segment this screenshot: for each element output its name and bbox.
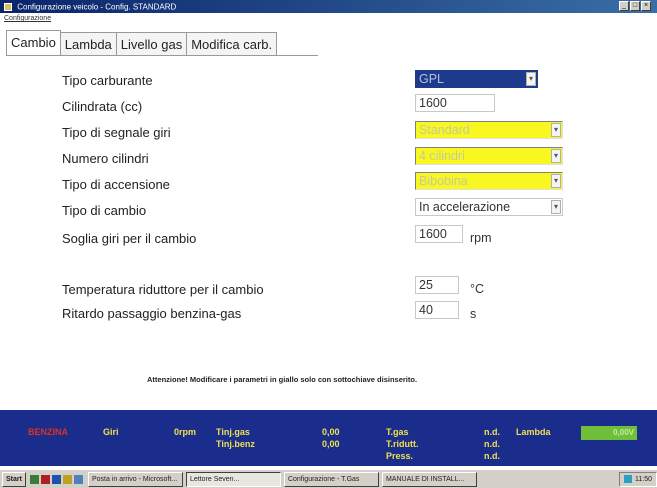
input-cilindrata-value: 1600 — [419, 96, 447, 110]
minimize-button[interactable]: _ — [619, 1, 629, 11]
input-ritardo[interactable]: 40 — [415, 301, 459, 319]
select-tipo-cambio-value: In accelerazione — [419, 200, 511, 214]
start-button[interactable]: Start — [2, 471, 26, 487]
tridutt-value: n.d. — [484, 439, 500, 449]
press-value: n.d. — [484, 451, 500, 461]
tinj-gas-label: Tinj.gas — [216, 427, 250, 437]
input-cilindrata[interactable]: 1600 — [415, 94, 495, 112]
system-tray: 11:50 — [619, 471, 657, 487]
fuel-status: BENZINA — [28, 427, 68, 437]
tab-livello-gas[interactable]: Livello gas — [115, 32, 188, 55]
label-accensione: Tipo di accensione — [62, 177, 170, 192]
taskbar-item[interactable]: Posta in arrivo - Microsoft... — [87, 471, 183, 487]
tridutt-label: T.ridutt. — [386, 439, 419, 449]
clock: 11:50 — [635, 475, 652, 483]
quick-launch-icon[interactable] — [29, 474, 39, 484]
tgas-label: T.gas — [386, 427, 409, 437]
quick-launch-icon[interactable] — [51, 474, 61, 484]
tab-divider — [6, 55, 318, 56]
tinj-benz-value: 0,00 — [322, 439, 340, 449]
input-temperatura-value: 25 — [419, 278, 433, 292]
chevron-down-icon[interactable]: ▾ — [551, 200, 561, 214]
label-temperatura: Temperatura riduttore per il cambio — [62, 282, 264, 297]
select-tipo-carburante[interactable]: GPL ▾ — [415, 70, 538, 88]
tab-modifica-carb[interactable]: Modifica carb. — [186, 32, 278, 55]
select-numero-cilindri-value: 4 cilindri — [419, 149, 465, 163]
tinj-benz-label: Tinj.benz — [216, 439, 255, 449]
label-cilindrata: Cilindrata (cc) — [62, 99, 143, 114]
tinj-gas-value: 0,00 — [322, 427, 340, 437]
input-soglia-giri[interactable]: 1600 — [415, 225, 463, 243]
input-ritardo-value: 40 — [419, 303, 433, 317]
chevron-down-icon[interactable]: ▾ — [526, 72, 536, 86]
press-label: Press. — [386, 451, 414, 461]
select-segnale-giri[interactable]: Standard ▾ — [415, 121, 563, 139]
tab-cambio[interactable]: Cambio — [6, 30, 61, 55]
label-ritardo: Ritardo passaggio benzina-gas — [62, 306, 242, 321]
tab-strip: Cambio Lambda Livello gas Modifica carb. — [6, 30, 278, 55]
app-icon — [4, 2, 12, 11]
chevron-down-icon[interactable]: ▾ — [551, 149, 561, 163]
select-accensione[interactable]: Bibobina ▾ — [415, 172, 563, 190]
tab-lambda[interactable]: Lambda — [59, 32, 117, 55]
giri-value: 0rpm — [174, 427, 197, 437]
quick-launch-icon[interactable] — [62, 474, 72, 484]
warning-text: Attenzione! Modificare i parametri in gi… — [147, 375, 418, 384]
menu-bar: Configurazione — [0, 13, 657, 24]
quick-launch-icon[interactable] — [73, 474, 83, 484]
lambda-label: Lambda — [516, 427, 551, 437]
taskbar: Start Posta in arrivo - Microsoft... Let… — [0, 469, 657, 488]
input-soglia-giri-value: 1600 — [419, 227, 447, 241]
label-tipo-carburante: Tipo carburante — [62, 73, 153, 88]
label-soglia-giri: Soglia giri per il cambio — [62, 231, 197, 246]
close-button[interactable]: × — [641, 1, 651, 11]
tgas-value: n.d. — [484, 427, 500, 437]
select-tipo-cambio[interactable]: In accelerazione ▾ — [415, 198, 563, 216]
taskbar-item[interactable]: Configurazione - T.Gas — [283, 471, 379, 487]
label-numero-cilindri: Numero cilindri — [62, 151, 149, 166]
taskbar-item[interactable]: Lettore Seven... — [185, 471, 281, 487]
select-segnale-giri-value: Standard — [419, 123, 470, 137]
menu-item-configurazione[interactable]: Configurazione — [4, 15, 51, 22]
select-numero-cilindri[interactable]: 4 cilindri ▾ — [415, 147, 563, 165]
label-tipo-cambio: Tipo di cambio — [62, 203, 147, 218]
window-title: Configurazione veicolo - Config. STANDAR… — [17, 2, 177, 12]
quick-launch — [29, 474, 85, 484]
unit-seconds: s — [470, 307, 477, 321]
input-temperatura[interactable]: 25 — [415, 276, 459, 294]
quick-launch-icon[interactable] — [40, 474, 50, 484]
label-segnale-giri: Tipo di segnale giri — [62, 125, 171, 140]
lambda-value: 0,00V — [581, 426, 637, 440]
unit-rpm: rpm — [470, 231, 492, 245]
giri-label: Giri — [103, 427, 119, 437]
chevron-down-icon[interactable]: ▾ — [551, 174, 561, 188]
select-tipo-carburante-value: GPL — [419, 72, 445, 86]
maximize-button[interactable]: □ — [630, 1, 640, 11]
select-accensione-value: Bibobina — [419, 174, 468, 188]
tray-icon[interactable] — [624, 475, 632, 483]
chevron-down-icon[interactable]: ▾ — [551, 123, 561, 137]
unit-celsius: °C — [470, 282, 485, 296]
taskbar-item[interactable]: MANUALE DI INSTALL... — [381, 471, 477, 487]
status-panel: BENZINA Giri 0rpm Tinj.gas 0,00 Tinj.ben… — [0, 410, 657, 466]
window-controls: _ □ × — [618, 1, 651, 11]
title-bar: Configurazione veicolo - Config. STANDAR… — [0, 0, 657, 13]
